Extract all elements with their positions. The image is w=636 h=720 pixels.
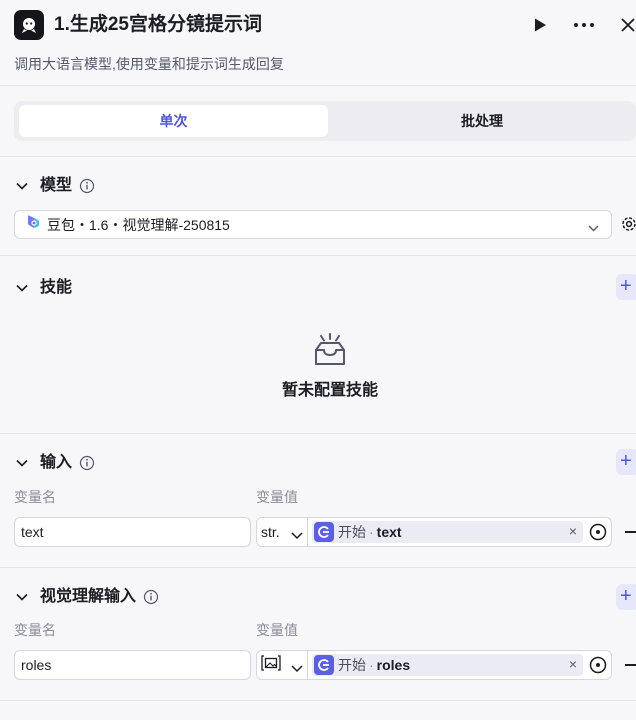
node-title[interactable]: 1.生成25宫格分镜提示词	[54, 12, 262, 38]
chevron-down-icon	[14, 280, 30, 296]
remove-vision-input-button[interactable]	[625, 664, 636, 666]
node-description: 调用大语言模型,使用变量和提示词生成回复	[14, 56, 284, 72]
target-icon	[589, 523, 607, 541]
ref-separator: ·	[369, 657, 374, 673]
empty-skills-text: 暂未配置技能	[281, 382, 378, 399]
model-section-title: 模型	[40, 177, 73, 194]
variable-picker-button[interactable]	[589, 656, 607, 674]
variable-picker-button[interactable]	[589, 523, 607, 541]
divider	[0, 156, 636, 157]
model-select[interactable]: 豆包・1.6・视觉理解-250815	[14, 210, 612, 239]
tab-single[interactable]: 单次	[19, 105, 328, 137]
model-settings-button[interactable]	[620, 215, 636, 233]
col-label-name: 变量名	[14, 622, 56, 638]
chevron-down-icon	[14, 589, 30, 605]
mode-tabs: 单次 批处理	[14, 101, 636, 141]
image-type-icon	[261, 654, 281, 676]
llm-node-icon	[14, 10, 44, 40]
variable-reference-chip[interactable]: 开始 · roles ×	[312, 654, 583, 676]
col-label-value: 变量值	[256, 489, 298, 505]
divider	[0, 567, 636, 568]
ref-node-name: 开始	[338, 657, 366, 673]
node-header: 1.生成25宫格分镜提示词 调用大语言模型,使用变量和提示词生成回复	[0, 0, 636, 86]
run-button[interactable]	[527, 12, 553, 38]
skills-section-title: 技能	[40, 279, 73, 296]
chevron-down-icon	[14, 178, 30, 194]
ref-node-name: 开始	[338, 524, 366, 540]
ref-variable-name: text	[376, 524, 402, 540]
more-button[interactable]	[571, 12, 597, 38]
plus-icon: +	[620, 450, 632, 472]
chevron-down-icon	[14, 455, 30, 471]
add-input-button[interactable]: +	[616, 449, 636, 475]
clear-icon[interactable]: ×	[569, 523, 577, 539]
doubao-logo-icon	[25, 214, 41, 235]
gear-icon	[622, 217, 636, 231]
variable-value-field[interactable]: 开始 · roles ×	[256, 650, 612, 680]
add-skill-button[interactable]: +	[616, 274, 636, 300]
model-section-header[interactable]: 模型	[14, 174, 95, 198]
close-icon	[621, 18, 635, 32]
play-icon	[535, 18, 546, 32]
plus-icon: +	[620, 585, 632, 607]
tab-batch[interactable]: 批处理	[332, 105, 632, 137]
start-node-icon	[314, 655, 334, 675]
clear-icon[interactable]: ×	[569, 656, 577, 672]
vision-section-header[interactable]: 视觉理解输入	[14, 585, 159, 609]
input-section-title: 输入	[40, 454, 73, 471]
target-icon	[589, 656, 607, 674]
divider	[0, 700, 636, 701]
chevron-down-icon	[291, 660, 303, 678]
type-select[interactable]	[257, 651, 308, 679]
divider	[0, 433, 636, 434]
skills-section-header[interactable]: 技能	[14, 276, 72, 300]
variable-name-input[interactable]: text	[14, 517, 251, 547]
col-label-name: 变量名	[14, 489, 56, 505]
variable-name-input[interactable]: roles	[14, 650, 251, 680]
chevron-down-icon	[588, 219, 599, 237]
variable-reference-chip[interactable]: 开始 · text ×	[312, 521, 583, 543]
empty-inbox-icon	[315, 333, 345, 365]
remove-input-button[interactable]	[625, 531, 636, 533]
start-node-icon	[314, 522, 334, 542]
info-icon[interactable]	[79, 178, 95, 194]
col-label-value: 变量值	[256, 622, 298, 638]
ref-separator: ·	[369, 524, 374, 540]
info-icon[interactable]	[79, 455, 95, 471]
type-select[interactable]: str.	[257, 518, 308, 546]
type-label: str.	[261, 524, 280, 540]
add-vision-input-button[interactable]: +	[616, 584, 636, 610]
divider	[0, 255, 636, 256]
input-section-header[interactable]: 输入	[14, 451, 95, 475]
plus-icon: +	[620, 275, 632, 297]
model-name: 豆包・1.6・视觉理解-250815	[47, 216, 230, 233]
close-button[interactable]	[615, 12, 636, 38]
ref-variable-name: roles	[376, 657, 411, 673]
more-icon	[574, 23, 594, 27]
chevron-down-icon	[291, 527, 303, 545]
variable-value-field[interactable]: str. 开始 · text ×	[256, 517, 612, 547]
vision-section-title: 视觉理解输入	[40, 588, 137, 605]
info-icon[interactable]	[143, 589, 159, 605]
